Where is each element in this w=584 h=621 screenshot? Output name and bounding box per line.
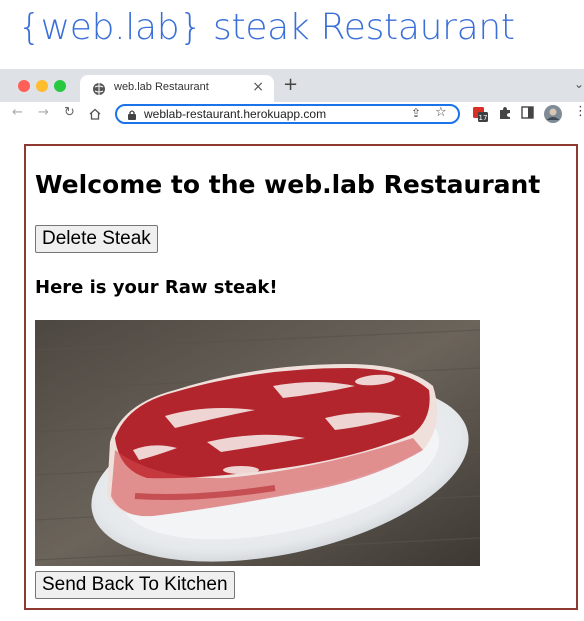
kebab-menu-icon[interactable]: ⋮ [574,104,584,119]
tab-search-chevron-icon[interactable]: ⌄ [574,77,584,91]
share-icon[interactable]: ⇪ [411,106,421,120]
forward-arrow-icon[interactable]: → [38,105,49,120]
steak-status-message: Here is your Raw steak! [35,277,278,298]
home-icon[interactable] [89,108,101,120]
browser-toolbar: ← → ↻ weblab-restaurant.herokuapp.com ⇪ … [0,102,584,127]
address-bar[interactable]: weblab-restaurant.herokuapp.com ⇪ ☆ [115,104,460,124]
window-minimize-dot[interactable] [36,80,48,92]
send-back-to-kitchen-button[interactable]: Send Back To Kitchen [35,571,235,599]
side-panel-icon[interactable] [521,106,534,119]
page-title: Welcome to the web.lab Restaurant [35,170,541,199]
delete-steak-button[interactable]: Delete Steak [35,225,158,253]
browser-window: web.lab Restaurant × + ⌄ ← → ↻ weblab-re… [0,69,584,127]
tab-close-icon[interactable]: × [252,79,264,95]
new-tab-button[interactable]: + [283,74,298,95]
tab-title: web.lab Restaurant [114,81,209,93]
tab-strip: web.lab Restaurant × + ⌄ [0,69,584,102]
puzzle-extensions-icon[interactable] [498,106,512,120]
bookmark-star-icon[interactable]: ☆ [435,105,447,120]
reload-icon[interactable]: ↻ [64,105,75,120]
page-content: Welcome to the web.lab Restaurant Delete… [24,144,578,610]
globe-icon [93,83,105,95]
url-text: weblab-restaurant.herokuapp.com [144,107,327,121]
window-close-dot[interactable] [18,80,30,92]
browser-tab[interactable]: web.lab Restaurant × [80,75,274,102]
window-zoom-dot[interactable] [54,80,66,92]
slide-headline: {web.lab} steak Restaurant [18,7,515,48]
raw-steak-image [35,320,480,566]
back-arrow-icon[interactable]: ← [12,105,23,120]
calendar-badge: 17 [479,114,488,122]
lock-icon [128,110,136,120]
profile-avatar[interactable] [543,104,563,124]
calendar-extension-icon[interactable]: 17 [472,106,488,122]
